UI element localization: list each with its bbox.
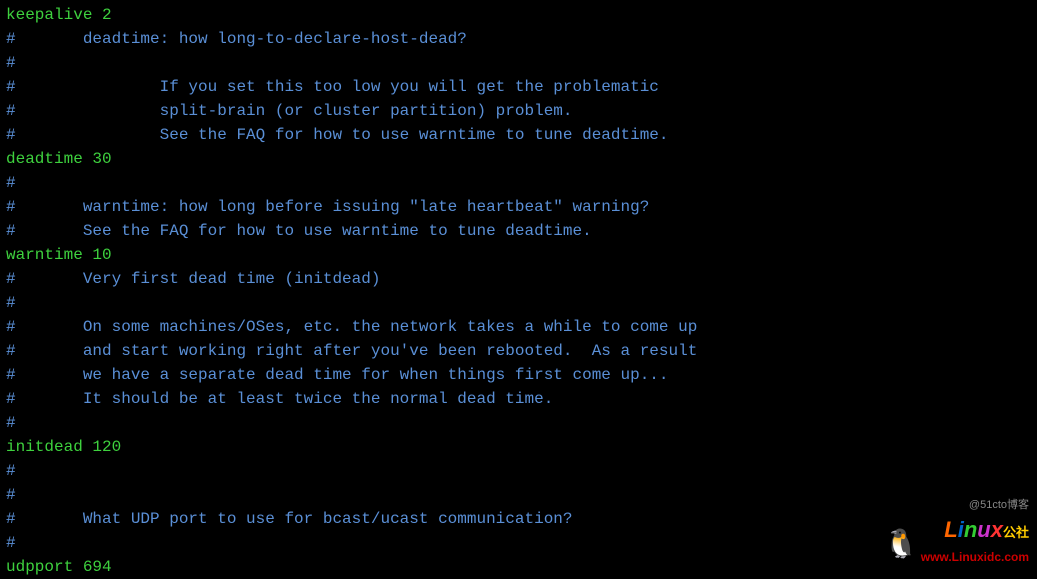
- linux-word: Linux: [944, 517, 1003, 542]
- config-comment: #: [6, 531, 1031, 555]
- watermark-logo: 🐧 Linux公社 www.Linuxidc.com: [884, 519, 1029, 569]
- watermark-url: www.Linuxidc.com: [921, 550, 1029, 564]
- config-comment: # See the FAQ for how to use warntime to…: [6, 219, 1031, 243]
- config-setting: initdead 120: [6, 435, 1031, 459]
- config-comment: # It should be at least twice the normal…: [6, 387, 1031, 411]
- config-comment: # What UDP port to use for bcast/ucast c…: [6, 507, 1031, 531]
- tux-icon: 🐧: [884, 530, 919, 558]
- config-setting: warntime 10: [6, 243, 1031, 267]
- config-comment: # deadtime: how long-to-declare-host-dea…: [6, 27, 1031, 51]
- terminal-content: keepalive 2# deadtime: how long-to-decla…: [6, 3, 1031, 579]
- config-comment: #: [6, 171, 1031, 195]
- config-setting: deadtime 30: [6, 147, 1031, 171]
- config-comment: #: [6, 291, 1031, 315]
- config-comment: # See the FAQ for how to use warntime to…: [6, 123, 1031, 147]
- config-comment: #: [6, 51, 1031, 75]
- config-setting: udpport 694: [6, 555, 1031, 579]
- config-comment: #: [6, 483, 1031, 507]
- logo-text: Linux公社 www.Linuxidc.com: [921, 519, 1029, 569]
- config-comment: # Very first dead time (initdead): [6, 267, 1031, 291]
- watermark-source: @51cto博客: [884, 493, 1029, 517]
- config-comment: # split-brain (or cluster partition) pro…: [6, 99, 1031, 123]
- config-comment: # we have a separate dead time for when …: [6, 363, 1031, 387]
- config-comment: # warntime: how long before issuing "lat…: [6, 195, 1031, 219]
- watermark: @51cto博客 🐧 Linux公社 www.Linuxidc.com: [884, 493, 1029, 569]
- config-comment: #: [6, 411, 1031, 435]
- config-comment: # On some machines/OSes, etc. the networ…: [6, 315, 1031, 339]
- config-comment: # If you set this too low you will get t…: [6, 75, 1031, 99]
- config-setting: keepalive 2: [6, 3, 1031, 27]
- config-comment: #: [6, 459, 1031, 483]
- config-comment: # and start working right after you've b…: [6, 339, 1031, 363]
